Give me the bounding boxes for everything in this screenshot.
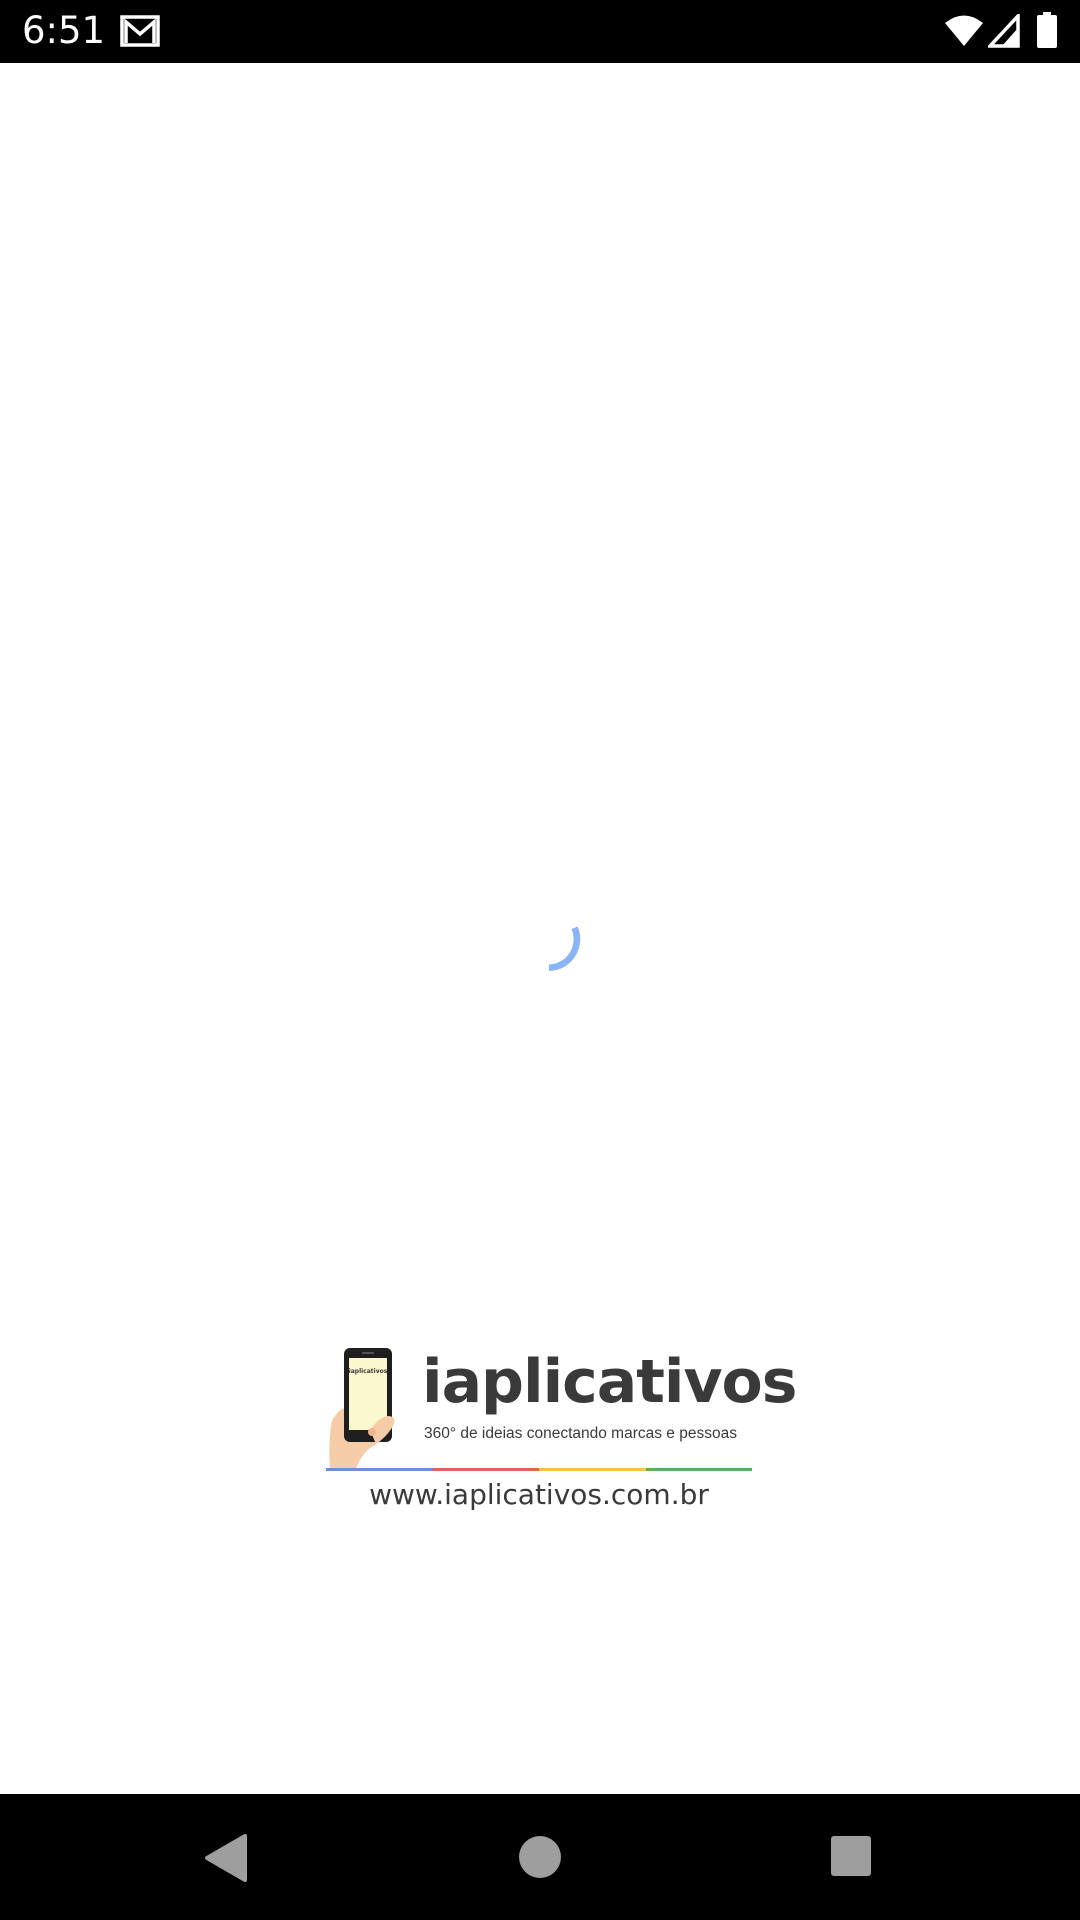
status-time: 6:51	[22, 9, 106, 52]
wifi-icon	[945, 15, 983, 46]
home-icon[interactable]	[519, 1836, 561, 1878]
recents-icon[interactable]	[831, 1836, 871, 1876]
brand-url: www.iaplicativos.com.br	[369, 1478, 709, 1511]
brand-name: iaplicativos	[422, 1347, 797, 1417]
rule-segment-yellow	[539, 1468, 646, 1471]
iaplicativos-logo: iaplicativos iaplicativos 360° de ideias…	[326, 1346, 797, 1516]
hand-holding-phone-icon: iaplicativos	[329, 1348, 395, 1468]
navigation-bar	[0, 1794, 1080, 1920]
loading-spinner-icon	[548, 926, 581, 972]
back-icon[interactable]	[203, 1834, 247, 1882]
rule-segment-blue	[326, 1468, 433, 1471]
color-rule	[326, 1468, 752, 1471]
phone-screen-text: iaplicativos	[349, 1368, 388, 1375]
rule-segment-green	[645, 1468, 752, 1471]
battery-icon	[1037, 12, 1057, 48]
brand-tagline: 360° de ideias conectando marcas e pesso…	[424, 1425, 737, 1442]
splash-screen: 6:51 iaplicativos iaplicativos 360° de i…	[0, 0, 1080, 1920]
cell-signal-icon	[988, 14, 1020, 48]
status-bar: 6:51	[0, 0, 1080, 63]
gmail-icon	[120, 15, 160, 47]
rule-segment-red	[432, 1468, 539, 1471]
